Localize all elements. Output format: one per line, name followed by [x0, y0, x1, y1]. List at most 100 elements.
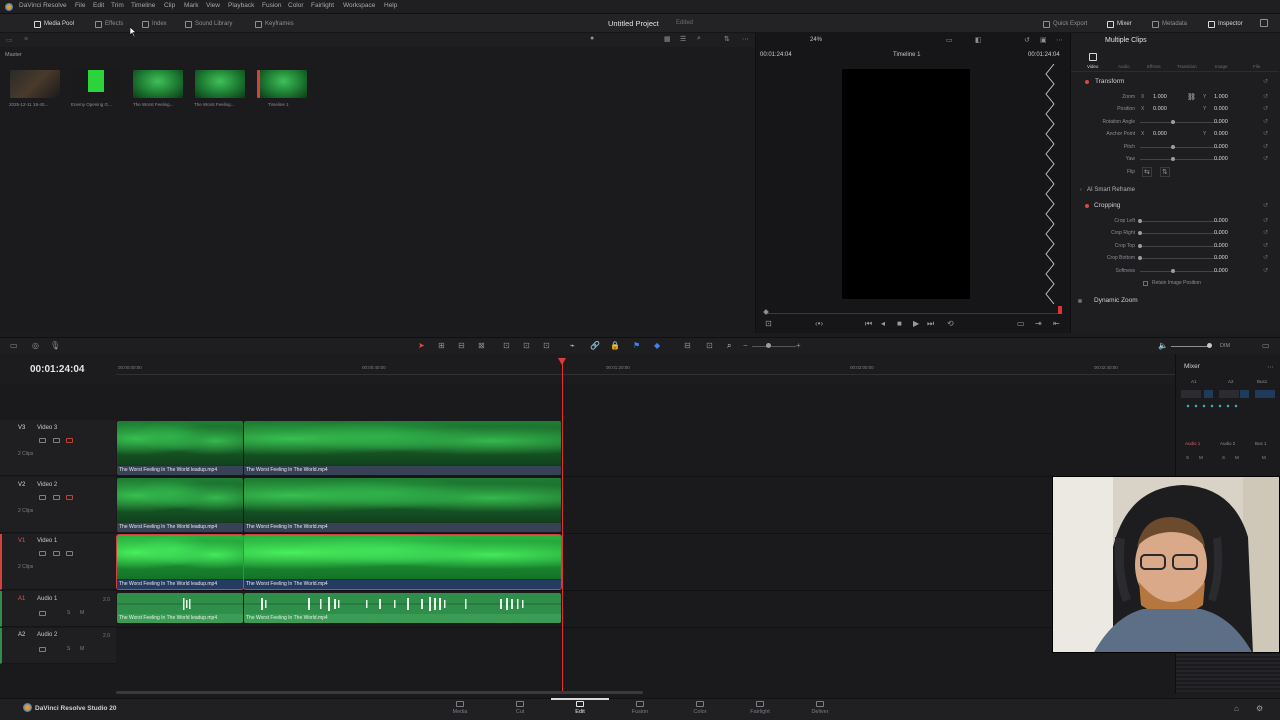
playhead-handle[interactable] [558, 358, 566, 365]
crop-top-value[interactable]: 0.000 [1214, 243, 1228, 249]
viewer-mode-icon[interactable]: ◧ [975, 36, 982, 44]
menu-help[interactable]: Help [384, 2, 397, 9]
insert-clip-icon[interactable]: ⊡ [503, 341, 510, 350]
reset-icon[interactable]: ↺ [1263, 78, 1268, 85]
cropping-enable-dot[interactable] [1085, 204, 1089, 208]
track-name[interactable]: Video 1 [37, 538, 57, 544]
crop-top-slider[interactable] [1140, 246, 1220, 247]
mixer-button[interactable]: Mixer [1107, 18, 1132, 30]
menu-color[interactable]: Color [288, 2, 304, 9]
ai-smart-reframe-section[interactable]: AI Smart Reframe [1087, 187, 1135, 193]
crop-right-slider[interactable] [1140, 233, 1220, 234]
settings-gear-icon[interactable]: ⚙ [1256, 704, 1263, 713]
link-icon[interactable]: ⛓ [1187, 93, 1196, 101]
timeline-video-clip-selected[interactable]: The Worst Feeling In The World leadup.mp… [116, 534, 244, 590]
pitch-value[interactable]: 0.000 [1214, 144, 1228, 150]
solo-button[interactable]: S [67, 646, 70, 652]
match-frame-icon[interactable]: ▭ [1017, 319, 1025, 328]
tab-file[interactable]: File [1253, 64, 1260, 69]
page-cut[interactable]: Cut [500, 700, 540, 718]
pitch-slider-knob[interactable] [1171, 145, 1175, 149]
viewer-playhead[interactable] [1058, 306, 1062, 314]
tab-image[interactable]: Image [1215, 64, 1228, 69]
reset-icon[interactable]: ↺ [1263, 93, 1268, 100]
crop-view-icon[interactable]: ⊡ [765, 319, 772, 328]
quick-export-button[interactable]: Quick Export [1043, 18, 1087, 30]
flip-vertical-icon[interactable]: ⇅ [1160, 167, 1170, 177]
lock-icon[interactable] [39, 647, 46, 652]
page-color[interactable]: Color [680, 700, 720, 718]
timeline-clip-thumbnail[interactable] [257, 70, 307, 98]
snapping-toggle-icon[interactable]: ⌁ [570, 341, 575, 350]
replace-clip-icon[interactable]: ⊡ [543, 341, 550, 350]
menu-mark[interactable]: Mark [184, 2, 198, 9]
page-deliver[interactable]: Deliver [800, 700, 840, 718]
softness-knob[interactable] [1171, 269, 1175, 273]
thumb-size-slider[interactable]: ● [590, 35, 594, 42]
tab-video[interactable]: Video [1087, 64, 1098, 69]
dynamic-zoom-enable-dot[interactable] [1078, 299, 1082, 303]
timeline-view-options-icon[interactable]: ▭ [10, 341, 18, 350]
transform-section-title[interactable]: Transform [1095, 78, 1124, 85]
mark-out-icon[interactable]: ⇤ [1053, 319, 1060, 328]
softness-slider[interactable] [1140, 271, 1220, 272]
mute-button[interactable]: M [80, 646, 84, 652]
audio-record-icon[interactable]: 🎙 [50, 341, 60, 350]
more-options-icon[interactable]: ⋯ [1056, 36, 1063, 44]
single-viewer-icon[interactable]: ▣ [1040, 36, 1047, 44]
menu-trim[interactable]: Trim [111, 2, 124, 9]
stop-button[interactable]: ■ [897, 319, 902, 328]
panel-toggle-icon[interactable]: ▭ [6, 36, 13, 44]
home-icon[interactable]: ⌂ [1234, 704, 1239, 713]
dynamic-trim-icon[interactable]: ⊟ [458, 341, 465, 350]
master-volume-knob[interactable] [1207, 343, 1212, 348]
viewer-timeline-name[interactable]: Timeline 1 [893, 52, 920, 58]
crop-top-knob[interactable] [1138, 244, 1142, 248]
tab-transition[interactable]: Transition [1177, 64, 1197, 69]
anchor-x-value[interactable]: 0.000 [1153, 131, 1167, 137]
selection-tool-icon[interactable]: ➤ [418, 341, 425, 350]
dynamic-zoom-section-title[interactable]: Dynamic Zoom [1094, 297, 1138, 304]
timeline-audio-clip[interactable]: The Worst Feeling In The World.mp4 [244, 593, 561, 623]
search-icon[interactable]: ⌕ [697, 35, 701, 43]
flag-icon[interactable]: ⚑ [633, 341, 640, 350]
inspector-button[interactable]: Inspector [1208, 18, 1243, 30]
crop-left-slider[interactable] [1140, 221, 1220, 222]
crop-bottom-value[interactable]: 0.000 [1214, 255, 1228, 261]
disable-track-icon[interactable] [66, 438, 73, 443]
tab-effects[interactable]: Effects [1147, 64, 1161, 69]
lock-icon[interactable] [39, 438, 46, 443]
crop-left-knob[interactable] [1138, 219, 1142, 223]
menu-playback[interactable]: Playback [228, 2, 254, 9]
timeline-video-clip[interactable]: The Worst Feeling In The World leadup.mp… [117, 421, 243, 475]
overwrite-clip-icon[interactable]: ⊡ [523, 341, 530, 350]
reset-icon[interactable]: ↺ [1263, 242, 1268, 249]
reset-icon[interactable]: ↺ [1263, 143, 1268, 150]
crop-bottom-knob[interactable] [1138, 256, 1142, 260]
reset-icon[interactable]: ↺ [1263, 267, 1268, 274]
go-to-start-button[interactable]: ⏮ [865, 319, 872, 329]
dim-button[interactable]: DIM [1220, 343, 1230, 349]
go-to-end-button[interactable]: ⏭ [927, 319, 934, 329]
rotation-slider[interactable] [1140, 122, 1220, 123]
zoom-slider[interactable] [752, 346, 796, 347]
list-view-icon[interactable]: ☰ [680, 35, 686, 43]
menu-view[interactable]: View [206, 2, 220, 9]
jog-control-icon[interactable]: ‹•› [815, 319, 823, 328]
auto-select-icon[interactable] [53, 551, 60, 556]
viewer-scrub-bar[interactable] [766, 313, 1061, 314]
tab-audio[interactable]: Audio [1118, 64, 1130, 69]
track-name[interactable]: Audio 2 [37, 632, 57, 638]
index-button[interactable]: Index [142, 18, 167, 30]
mixer-eq-bus1[interactable] [1255, 390, 1275, 398]
crop-left-value[interactable]: 0.000 [1214, 218, 1228, 224]
yaw-slider-knob[interactable] [1171, 157, 1175, 161]
video-tab-icon[interactable] [1089, 53, 1097, 61]
timeline-horizontal-scrollbar[interactable] [116, 691, 643, 694]
disable-track-icon[interactable] [66, 495, 73, 500]
reset-icon[interactable]: ↺ [1263, 229, 1268, 236]
reset-icon[interactable]: ↺ [1263, 217, 1268, 224]
timeline-video-clip[interactable]: The Worst Feeling In The World.mp4 [244, 421, 561, 475]
master-volume-slider[interactable] [1171, 346, 1211, 347]
zoom-detail-icon[interactable]: ⊡ [706, 341, 713, 350]
